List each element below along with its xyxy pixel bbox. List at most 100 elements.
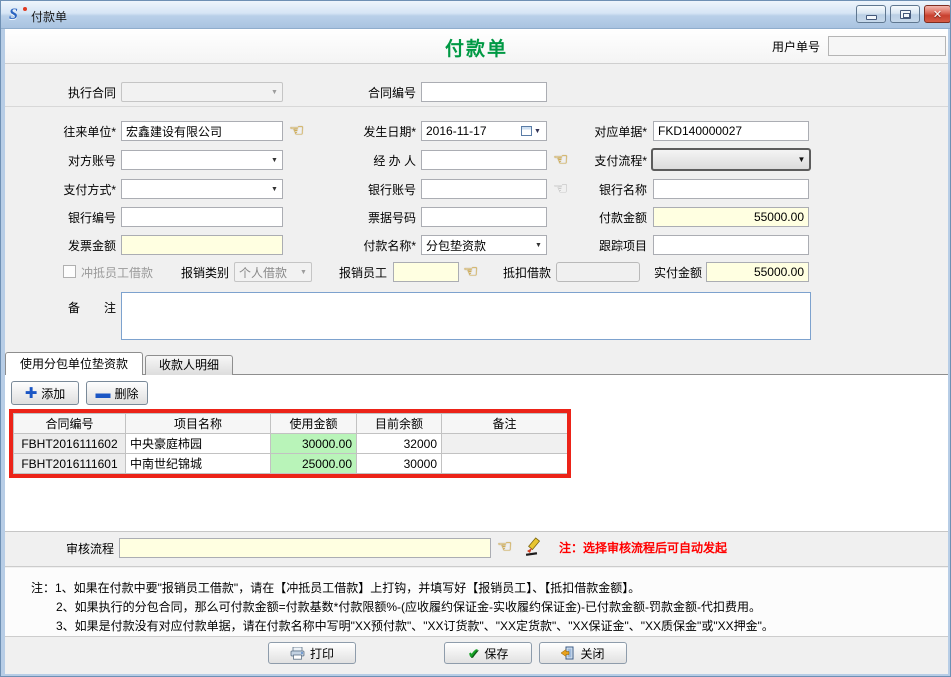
plus-icon: ✚ [25, 386, 38, 401]
deduct-loan-label: 抵扣借款 [493, 263, 551, 283]
invoice-amount-input[interactable] [121, 235, 283, 255]
payment-name-value: 分包垫资款 [422, 237, 531, 254]
cell-current-balance[interactable]: 32000 [357, 434, 442, 454]
table-header-row: 合同编号 项目名称 使用金额 目前余额 备注 [14, 414, 568, 434]
remark-textarea[interactable] [121, 292, 811, 340]
approval-flow-input[interactable] [119, 538, 491, 558]
add-button-label: 添加 [41, 385, 65, 402]
tab-payee-detail[interactable]: 收款人明细 [145, 355, 233, 375]
bank-account-input[interactable] [421, 179, 547, 199]
cell-project-name[interactable]: 中南世纪锦城 [126, 454, 271, 474]
maximize-button[interactable] [890, 5, 920, 23]
close-button[interactable]: ✕ [924, 5, 951, 23]
cell-use-amount[interactable]: 25000.00 [271, 454, 357, 474]
check-icon: ✔ [468, 645, 480, 662]
tracking-project-label: 跟踪项目 [577, 236, 647, 256]
delete-button[interactable]: ▬ 删除 [86, 381, 148, 405]
chevron-down-icon: ▼ [534, 128, 541, 135]
cell-contract-no[interactable]: FBHT2016111601 [14, 454, 126, 474]
payment-method-label: 支付方式* [21, 180, 116, 200]
header-band: 付款单 用户单号 [5, 29, 948, 64]
occur-date-field[interactable]: 2016-11-17 ▼ [421, 121, 547, 141]
calendar-dropdown-button[interactable]: ▼ [516, 122, 546, 140]
actual-amount-label: 实付金额 [646, 263, 702, 283]
actual-amount-input[interactable] [706, 262, 809, 282]
cell-remark[interactable] [442, 454, 568, 474]
cell-project-name[interactable]: 中央豪庭柿园 [126, 434, 271, 454]
cell-contract-no[interactable]: FBHT2016111602 [14, 434, 126, 454]
handler-input[interactable] [421, 150, 547, 170]
cell-use-amount[interactable]: 30000.00 [271, 434, 357, 454]
chevron-down-icon: ▼ [267, 157, 282, 164]
opponent-account-label: 对方账号 [21, 151, 116, 171]
ref-doc-input[interactable] [653, 121, 809, 141]
opponent-account-combo[interactable]: ▼ [121, 150, 283, 170]
close-form-button-label: 关闭 [580, 645, 604, 662]
cell-remark[interactable] [442, 434, 568, 454]
table-row[interactable]: FBHT2016111602 中央豪庭柿园 30000.00 32000 [14, 434, 568, 454]
save-button-label: 保存 [484, 645, 508, 662]
handler-label: 经 办 人 [331, 151, 416, 171]
payment-amount-input[interactable] [653, 207, 809, 227]
add-button[interactable]: ✚ 添加 [11, 381, 79, 405]
minimize-button[interactable] [856, 5, 886, 23]
chevron-down-icon: ▼ [267, 186, 282, 193]
signature-pen-icon[interactable] [523, 535, 545, 557]
bank-account-label: 银行账号 [331, 180, 416, 200]
col-current-balance: 目前余额 [357, 414, 442, 434]
print-button-label: 打印 [310, 645, 334, 662]
handler-picker-hand-icon[interactable]: ☜ [553, 150, 573, 170]
payment-amount-label: 付款金额 [577, 208, 647, 228]
reimburse-type-value: 个人借款 [235, 264, 296, 281]
bank-name-input[interactable] [653, 179, 809, 199]
reimburse-employee-picker-hand-icon[interactable]: ☜ [463, 262, 483, 282]
deduct-loan-input [556, 262, 640, 282]
table-row[interactable]: FBHT2016111601 中南世纪锦城 25000.00 30000 [14, 454, 568, 474]
bank-account-picker-hand-icon: ☜ [553, 179, 573, 199]
user-order-no-label: 用户单号 [772, 37, 820, 57]
invoice-amount-label: 发票金额 [21, 236, 116, 256]
bill-no-label: 票据号码 [331, 208, 416, 228]
approval-flow-label: 审核流程 [56, 539, 114, 559]
printer-icon [290, 647, 305, 660]
approval-auto-start-note: 注：选择审核流程后可自动发起 [559, 539, 727, 556]
approval-picker-hand-icon[interactable]: ☜ [497, 537, 517, 557]
payment-order-window: S 付款单 ✕ 付款单 用户单号 执行合同 ▼ 合同编号 往来单位* ☜ 发生日… [0, 0, 951, 677]
chevron-down-icon: ▼ [794, 155, 809, 164]
counterparty-picker-hand-icon[interactable]: ☜ [289, 121, 309, 141]
counterparty-input[interactable] [121, 121, 283, 141]
bill-no-input[interactable] [421, 207, 547, 227]
cell-current-balance[interactable]: 30000 [357, 454, 442, 474]
chevron-down-icon: ▼ [296, 269, 311, 276]
contract-no-input[interactable] [421, 82, 547, 102]
titlebar[interactable]: S 付款单 ✕ [1, 1, 950, 29]
reimburse-employee-input[interactable] [393, 262, 459, 282]
tab-label: 使用分包单位垫资款 [20, 357, 128, 371]
exec-contract-combo: ▼ [121, 82, 283, 102]
minimize-icon [866, 15, 877, 20]
note-line-1: 注：1、如果在付款中要"报销员工借款"，请在【冲抵员工借款】上打钩，并填写好【报… [31, 579, 640, 596]
close-icon: ✕ [933, 8, 942, 21]
advance-funds-table: 合同编号 项目名称 使用金额 目前余额 备注 FBHT2016111602 中央… [13, 413, 568, 474]
payment-name-label: 付款名称* [331, 236, 416, 256]
tab-subcontract-advance[interactable]: 使用分包单位垫资款 [5, 352, 143, 375]
ref-doc-label: 对应单据* [577, 122, 647, 142]
calendar-icon [521, 126, 532, 136]
bank-code-input[interactable] [121, 207, 283, 227]
reimburse-employee-label: 报销员工 [329, 263, 387, 283]
exit-door-icon [561, 646, 575, 660]
tab-label: 收款人明细 [159, 358, 219, 372]
contract-no-label: 合同编号 [331, 83, 416, 103]
bank-code-label: 银行编号 [21, 208, 116, 228]
user-order-no-input[interactable] [828, 36, 946, 56]
reimburse-type-label: 报销类别 [171, 263, 229, 283]
tracking-project-input[interactable] [653, 235, 809, 255]
payment-flow-combo[interactable]: ▼ [651, 148, 811, 171]
save-button[interactable]: ✔ 保存 [444, 642, 532, 664]
payment-name-combo[interactable]: 分包垫资款 ▼ [421, 235, 547, 255]
close-form-button[interactable]: 关闭 [539, 642, 627, 664]
print-button[interactable]: 打印 [268, 642, 356, 664]
exec-contract-label: 执行合同 [21, 83, 116, 103]
payment-method-combo[interactable]: ▼ [121, 179, 283, 199]
occur-date-label: 发生日期* [331, 122, 416, 142]
